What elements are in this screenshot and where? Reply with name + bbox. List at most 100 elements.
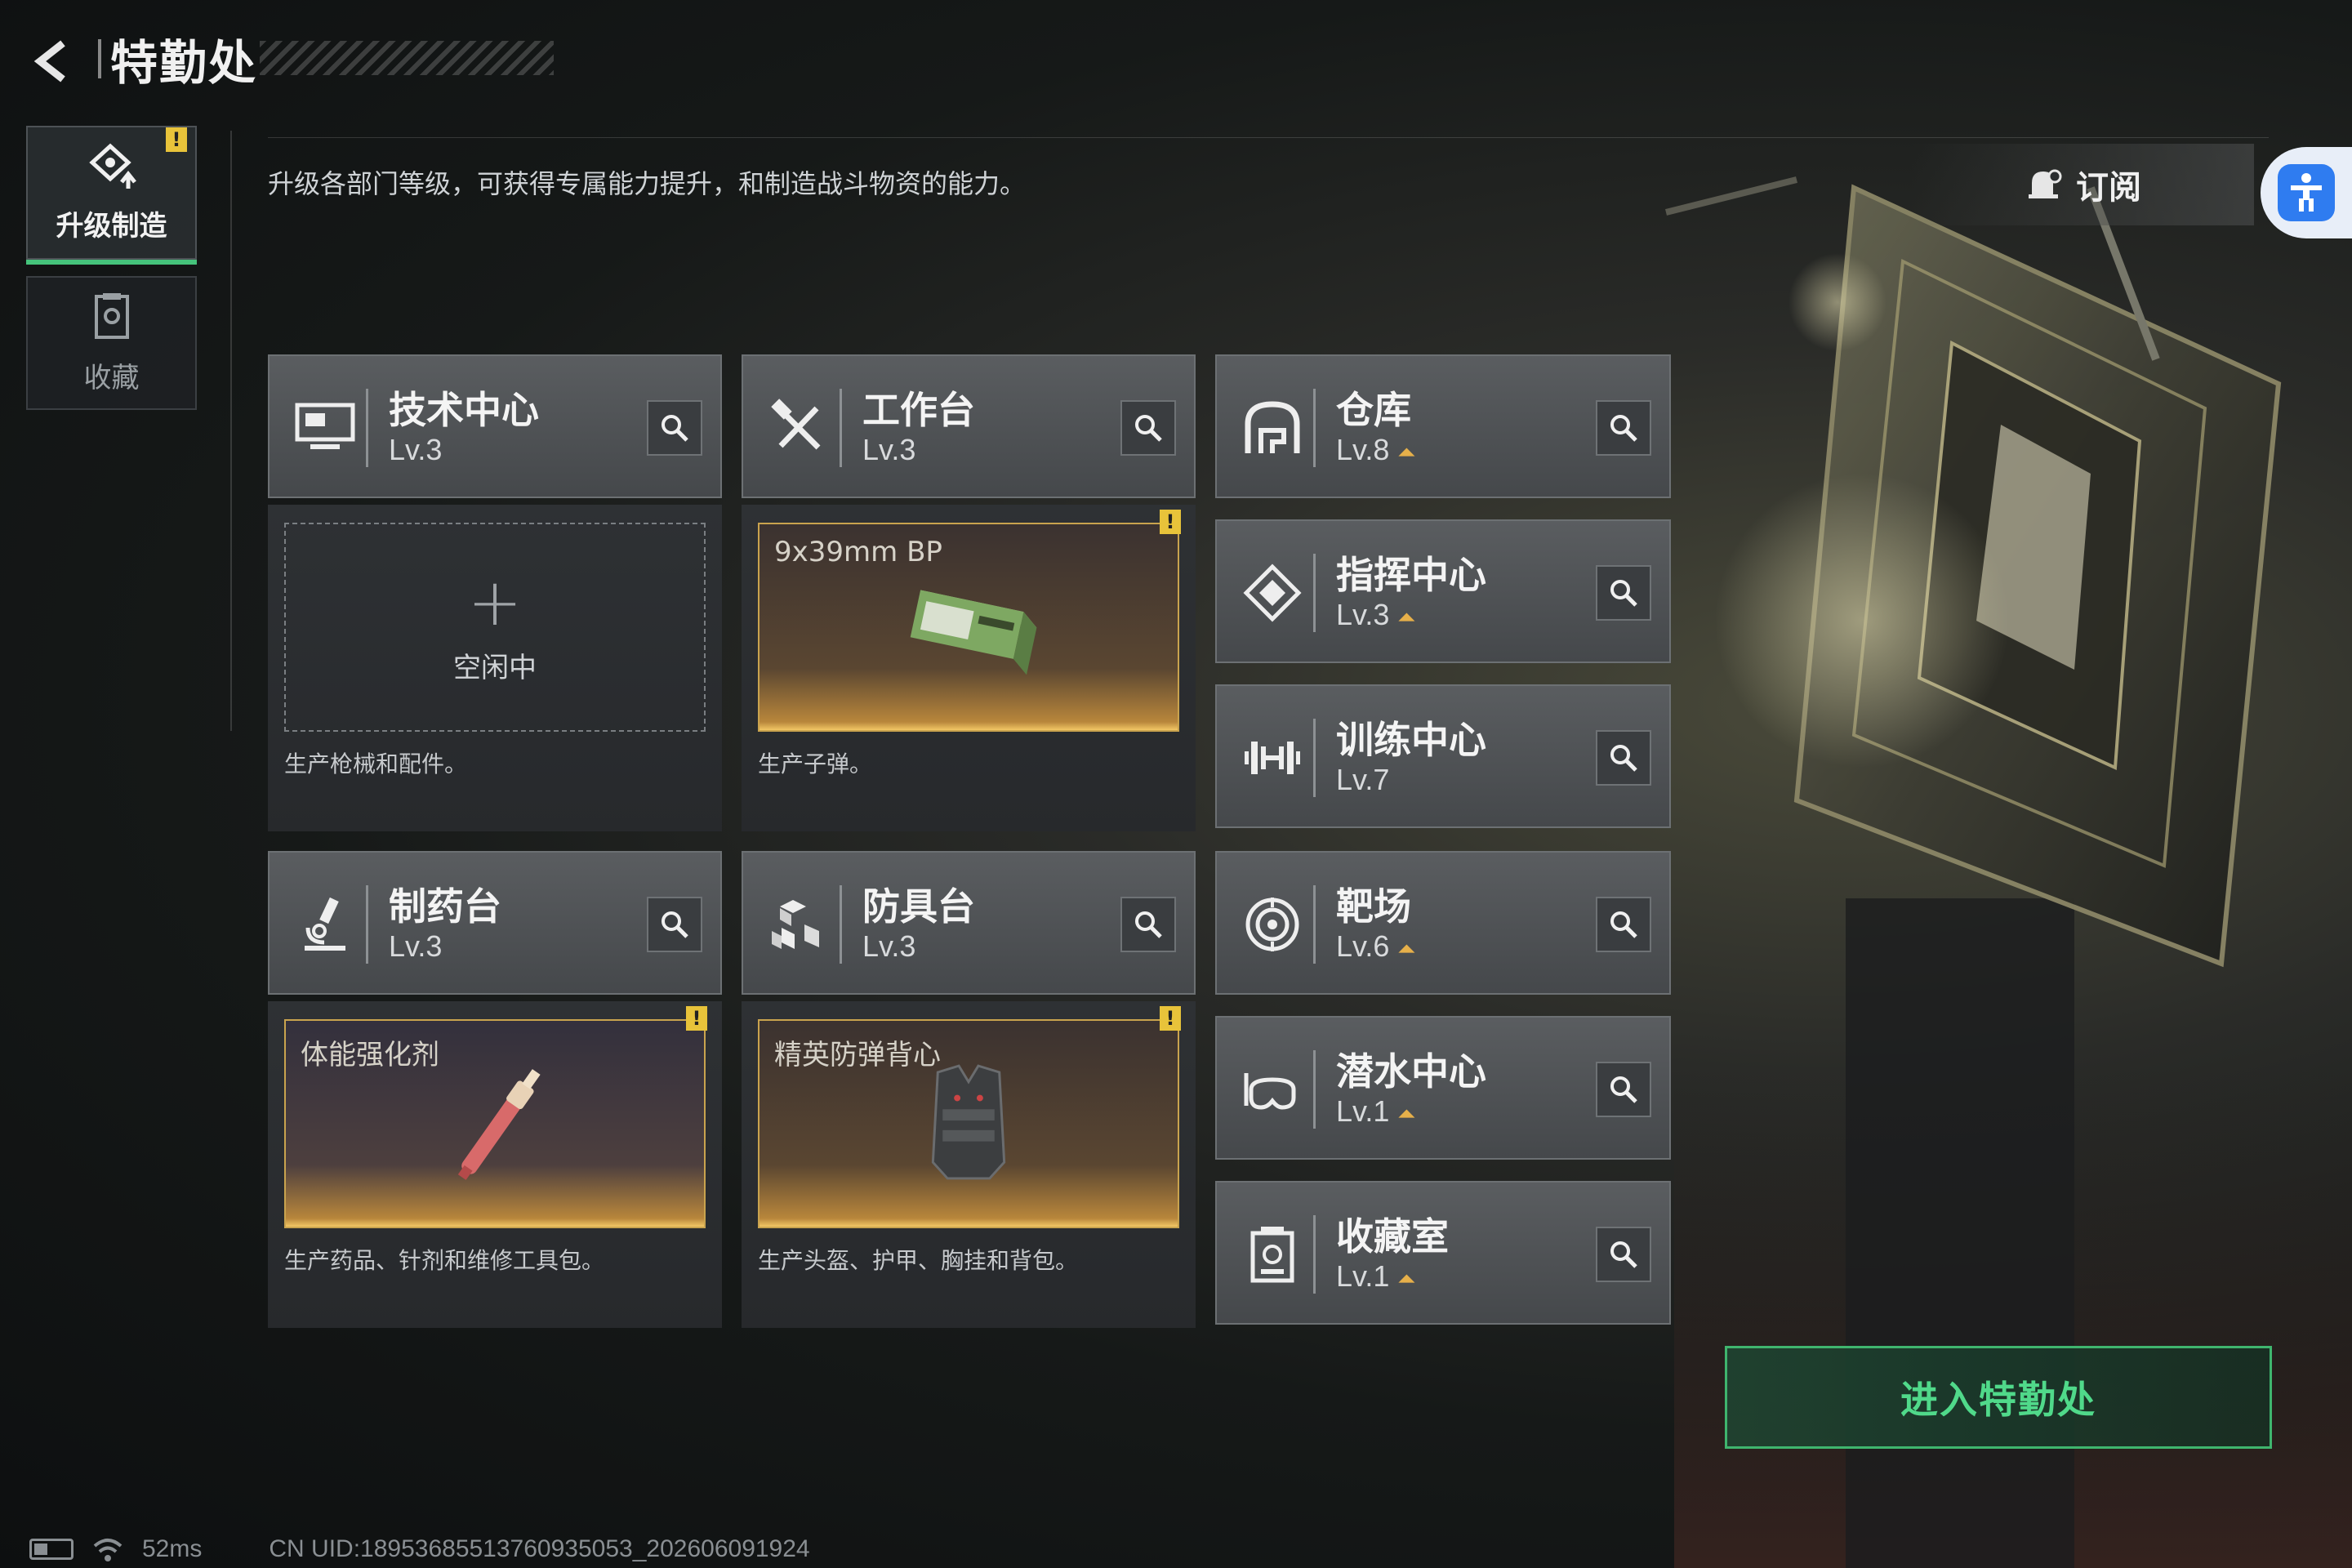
dept-level: Lv.7 [1336,763,1390,796]
uid-text: CN UID:18953685513760935053_202606091924 [269,1535,810,1562]
upgrade-icon [88,143,136,189]
tools-icon [771,399,821,450]
subscribe-label: 订阅 [2076,169,2141,207]
search-icon [662,415,688,442]
search-icon [1610,580,1637,607]
enter-special-ops-button[interactable]: 进入特勤处 [1725,1346,2272,1449]
dept-card-workbench[interactable]: 工作台 Lv.3 [742,354,1196,498]
dept-level: Lv.3 [389,929,443,963]
search-icon [1610,911,1637,938]
search-icon [662,911,688,938]
dept-name: 训练中心 [1336,718,1486,762]
dept-card-command-center[interactable]: 指挥中心 Lv.3 ⏶ [1215,519,1671,663]
production-slot-workbench[interactable]: 9x39mm BP ! 生产子弹。 [742,505,1196,831]
production-alert-badge: ! [686,1006,707,1031]
wifi-icon [93,1539,122,1561]
search-icon [1610,415,1637,442]
dept-card-training-center[interactable]: 训练中心 Lv.7 [1215,684,1671,828]
production-item-name: 体能强化剂 [301,1039,439,1071]
nav-tab-upgrade[interactable]: ! 升级制造 [26,126,197,265]
dept-name: 收藏室 [1336,1214,1449,1258]
dept-level: Lv.3 [389,433,443,466]
dept-level: Lv.3 [862,433,916,466]
subscribe-button[interactable]: 订阅 [1911,144,2254,225]
dumbbell-icon [1245,742,1300,774]
bell-icon [2029,169,2062,198]
title-decoration [260,41,554,75]
page-description: 升级各部门等级，可获得专属能力提升，和制造战斗物资的能力。 [268,168,1027,199]
search-button[interactable] [1120,400,1176,456]
dept-name: 指挥中心 [1336,553,1486,597]
content-divider [268,137,2269,138]
dept-level: Lv.1 [1336,1094,1390,1128]
dept-name: 技术中心 [389,388,539,432]
collection-icon [94,292,129,339]
dept-card-warehouse[interactable]: 仓库 Lv.8 ⏶ [1215,354,1671,498]
search-button[interactable] [1596,400,1651,456]
production-description: 生产子弹。 [758,751,873,777]
search-button[interactable] [1596,897,1651,952]
search-button[interactable] [1596,1062,1651,1117]
production-description: 生产头盔、护甲、胸挂和背包。 [758,1247,1079,1274]
dept-level: Lv.6 [1336,929,1390,963]
dept-name: 防具台 [862,884,975,929]
production-item[interactable]: 9x39mm BP [758,523,1179,732]
microscope-icon [305,897,345,951]
header-separator [98,39,101,78]
dept-name: 潜水中心 [1336,1049,1486,1094]
upgrade-arrow-icon: ⏶ [1397,1101,1416,1126]
upgrade-arrow-icon: ⏶ [1397,604,1416,630]
enter-button-label: 进入特勤处 [1900,1378,2096,1422]
search-button[interactable] [1596,1227,1651,1282]
nav-divider [230,131,232,731]
monitor-icon [295,403,355,449]
dept-name: 靶场 [1336,884,1411,929]
idle-status: 空闲中 [453,651,537,684]
dept-card-pharmacy[interactable]: 制药台 Lv.3 [268,851,722,995]
nav-alert-badge: ! [166,127,187,152]
search-button[interactable] [1596,730,1651,786]
production-slot-pharmacy[interactable]: 体能强化剂 ! 生产药品、针剂和维修工具包。 [268,1001,722,1328]
diving-mask-icon [1244,1073,1296,1110]
production-description: 生产枪械和配件。 [284,751,468,777]
production-item-name: 9x39mm BP [774,536,942,568]
production-description: 生产药品、针剂和维修工具包。 [284,1247,605,1274]
dept-card-tech-center[interactable]: 技术中心 Lv.3 [268,354,722,498]
ping-value: 52ms [142,1535,203,1562]
search-icon [1610,1076,1637,1103]
search-button[interactable] [647,897,702,952]
nav-tab-label: 升级制造 [56,209,167,243]
command-icon [1243,564,1302,622]
search-button[interactable] [647,400,702,456]
search-icon [1610,745,1637,772]
production-item[interactable]: 精英防弹背心 [758,1019,1179,1228]
dept-level: Lv.1 [1336,1259,1390,1293]
upgrade-arrow-icon: ⏶ [1397,936,1416,961]
idle-slot[interactable]: + 空闲中 [284,523,706,732]
search-button[interactable] [1120,897,1176,952]
dept-card-shooting-range[interactable]: 靶场 Lv.6 ⏶ [1215,851,1671,995]
production-item[interactable]: 体能强化剂 [284,1019,706,1228]
dept-name: 制药台 [389,884,501,929]
dept-card-collection-room[interactable]: 收藏室 Lv.1 ⏶ [1215,1181,1671,1325]
accessibility-icon [2291,173,2322,212]
accessibility-button[interactable] [2261,147,2352,238]
dept-card-diving-center[interactable]: 潜水中心 Lv.1 ⏶ [1215,1016,1671,1160]
back-arrow-icon [33,40,65,82]
dept-name: 仓库 [1336,388,1411,432]
plus-icon: + [467,564,523,640]
search-icon [1610,1241,1637,1268]
upgrade-arrow-icon: ⏶ [1397,439,1416,465]
warehouse-icon [1245,401,1300,453]
status-bar: 52ms CN UID:18953685513760935053_2026060… [29,1535,810,1563]
production-slot-tech-center[interactable]: + 空闲中 生产枪械和配件。 [268,505,722,831]
search-button[interactable] [1596,565,1651,621]
back-button[interactable] [24,33,82,90]
dept-level: Lv.3 [1336,598,1390,631]
nav-tab-collection[interactable]: 收藏 [26,276,197,410]
dept-level: Lv.3 [862,929,916,963]
dept-card-armor-bench[interactable]: 防具台 Lv.3 [742,851,1196,995]
search-icon [1135,415,1162,442]
production-alert-badge: ! [1160,510,1181,534]
production-slot-armor-bench[interactable]: 精英防弹背心 ! 生产头盔、护甲、胸挂和背包。 [742,1001,1196,1328]
